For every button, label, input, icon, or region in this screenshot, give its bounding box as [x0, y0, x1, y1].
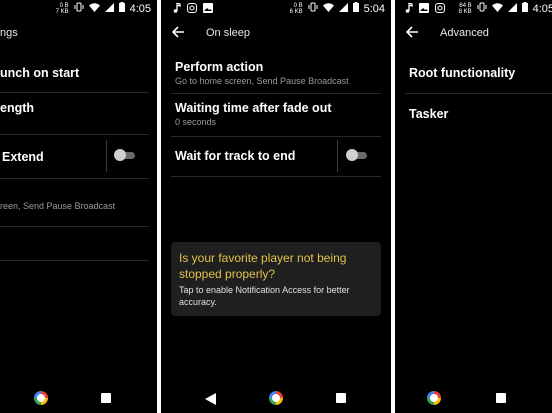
divider: [0, 226, 149, 227]
card-description: Tap to enable Notification Access for be…: [179, 285, 350, 307]
divider: [0, 178, 149, 179]
status-bar: 64 B 8 KB 4:05: [395, 0, 552, 18]
navigation-bar: [161, 383, 391, 413]
setting-title: Root functionality: [409, 66, 516, 80]
app-bar: ngs: [0, 18, 157, 50]
waiting-time-setting[interactable]: Waiting time after fade out 0 seconds: [161, 96, 391, 134]
divider: [171, 176, 381, 177]
back-arrow-icon[interactable]: [405, 25, 419, 44]
setting-summary: 0 seconds: [175, 117, 217, 127]
screen-title: ngs: [0, 27, 18, 39]
home-icon[interactable]: [34, 391, 48, 405]
app-bar: Advanced: [395, 18, 552, 50]
network-speed: 0 B 7 KB: [55, 2, 69, 15]
home-icon[interactable]: [269, 391, 283, 405]
action-setting[interactable]: reen, Send Pause Broadcast: [0, 184, 157, 224]
status-bar: 0 B 6 KB 5:04: [161, 0, 391, 18]
instagram-icon: [187, 3, 197, 16]
setting-title: Perform action: [175, 60, 264, 74]
wifi-icon: [88, 2, 100, 15]
setting-row[interactable]: [0, 228, 157, 258]
setting-title: Tasker: [409, 107, 449, 121]
card-question: Is your favorite player not being stoppe…: [179, 251, 347, 281]
length-setting[interactable]: ength: [0, 96, 157, 126]
clock: 4:05: [129, 2, 151, 15]
navigation-bar: [0, 383, 157, 413]
instagram-icon: [435, 3, 445, 16]
cell-signal-icon: [507, 2, 517, 15]
nav-back-icon[interactable]: [205, 392, 216, 410]
clock: 5:04: [363, 2, 385, 15]
clock: 4:05: [532, 2, 552, 15]
network-speed: 0 B 6 KB: [289, 2, 303, 15]
battery-icon: [521, 2, 528, 15]
divider: [0, 134, 149, 135]
navigation-bar: [395, 383, 552, 413]
network-speed: 64 B 8 KB: [458, 2, 472, 15]
recents-icon[interactable]: [336, 393, 346, 403]
screen-title: Advanced: [440, 27, 489, 39]
settings-screen: 0 B 7 KB 4:05 ngs unch on start ength Ex…: [0, 0, 157, 413]
divider: [337, 140, 338, 172]
setting-title: Wait for track to end: [175, 149, 296, 163]
image-icon: [203, 3, 213, 16]
setting-title: ength: [0, 101, 35, 115]
wifi-icon: [322, 2, 334, 15]
setting-title: Extend: [2, 150, 44, 164]
wifi-icon: [491, 2, 503, 15]
battery-icon: [352, 2, 359, 15]
screen-title: On sleep: [206, 27, 251, 39]
setting-summary: Go to home screen, Send Pause Broadcast: [175, 76, 349, 86]
tasker-setting[interactable]: Tasker: [395, 98, 552, 130]
cell-signal-icon: [338, 2, 348, 15]
recents-icon[interactable]: [496, 393, 506, 403]
setting-summary: reen, Send Pause Broadcast: [0, 201, 116, 211]
notification-access-card[interactable]: Is your favorite player not being stoppe…: [171, 242, 381, 316]
music-note-icon: [405, 2, 413, 16]
battery-icon: [118, 2, 125, 15]
advanced-screen: 64 B 8 KB 4:05 Advanced Root functionali…: [395, 0, 552, 413]
root-functionality-setting[interactable]: Root functionality: [395, 58, 552, 90]
status-bar: 0 B 7 KB 4:05: [0, 0, 157, 18]
divider: [405, 93, 552, 94]
home-icon[interactable]: [427, 391, 441, 405]
divider: [106, 140, 107, 172]
extend-toggle[interactable]: [114, 149, 136, 161]
on-sleep-screen: 0 B 6 KB 5:04 On sleep Perform action Go: [161, 0, 391, 413]
image-icon: [419, 3, 429, 16]
wait-for-track-toggle[interactable]: [346, 149, 368, 161]
setting-title: Waiting time after fade out: [175, 101, 332, 115]
cell-signal-icon: [104, 2, 114, 15]
vibrate-icon: [74, 2, 84, 15]
divider: [0, 260, 149, 261]
music-note-icon: [173, 2, 181, 16]
divider: [0, 92, 149, 93]
app-bar: On sleep: [161, 18, 391, 50]
vibrate-icon: [308, 2, 318, 15]
recents-icon[interactable]: [101, 393, 111, 403]
perform-action-setting[interactable]: Perform action Go to home screen, Send P…: [161, 56, 391, 92]
back-arrow-icon[interactable]: [171, 25, 185, 44]
divider: [171, 136, 381, 137]
launch-on-start-setting[interactable]: unch on start: [0, 58, 157, 88]
vibrate-icon: [477, 2, 487, 15]
setting-title: unch on start: [0, 66, 80, 80]
divider: [171, 93, 381, 94]
